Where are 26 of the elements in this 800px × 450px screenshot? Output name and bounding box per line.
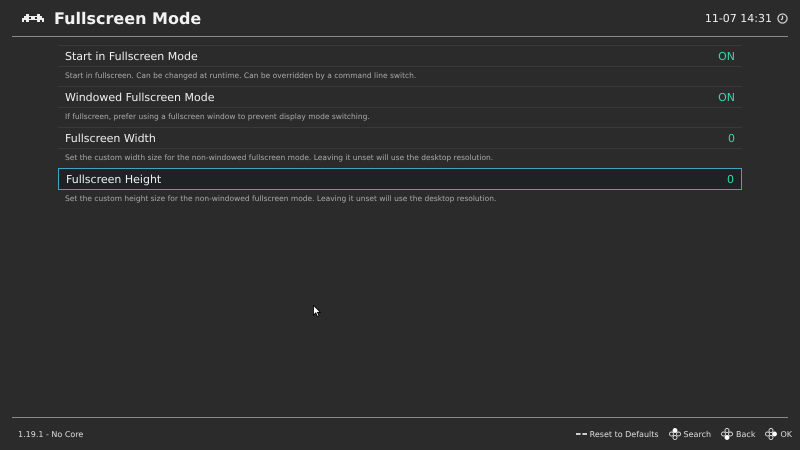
setting-label: Start in Fullscreen Mode [65, 50, 199, 62]
setting-row[interactable]: Fullscreen Height 0 [58, 168, 742, 190]
hint-label[interactable]: Back [736, 430, 756, 438]
setting-value: ON [718, 90, 735, 104]
hint-label[interactable]: OK [780, 430, 792, 438]
setting-value: ON [718, 50, 735, 62]
setting-label: Windowed Fullscreen Mode [65, 90, 216, 104]
select-button-icon [576, 432, 587, 436]
face-buttons-icon [721, 428, 734, 440]
clock-text: 11-07 14:31 [704, 12, 772, 24]
setting-label: Fullscreen Width [65, 132, 157, 144]
hint-label[interactable]: Search [684, 430, 712, 438]
page-title: Fullscreen Mode [54, 8, 202, 28]
setting-value: 0 [728, 132, 735, 144]
mouse-pointer-icon [313, 305, 321, 317]
setting-row[interactable]: Windowed Fullscreen Mode ON [58, 86, 742, 108]
setting-row[interactable]: Start in Fullscreen Mode ON [58, 45, 742, 67]
setting-label: Fullscreen Height [66, 172, 162, 186]
version-text: 1.19.1 - No Core [18, 430, 84, 438]
invader-logo-icon [22, 12, 44, 24]
setting-value: 0 [727, 172, 734, 186]
face-buttons-icon [668, 428, 681, 440]
clock-icon [777, 12, 788, 24]
hint-label[interactable]: Reset to Defaults [590, 430, 659, 438]
setting-row[interactable]: Fullscreen Width 0 [58, 127, 742, 149]
face-buttons-icon [765, 428, 778, 440]
